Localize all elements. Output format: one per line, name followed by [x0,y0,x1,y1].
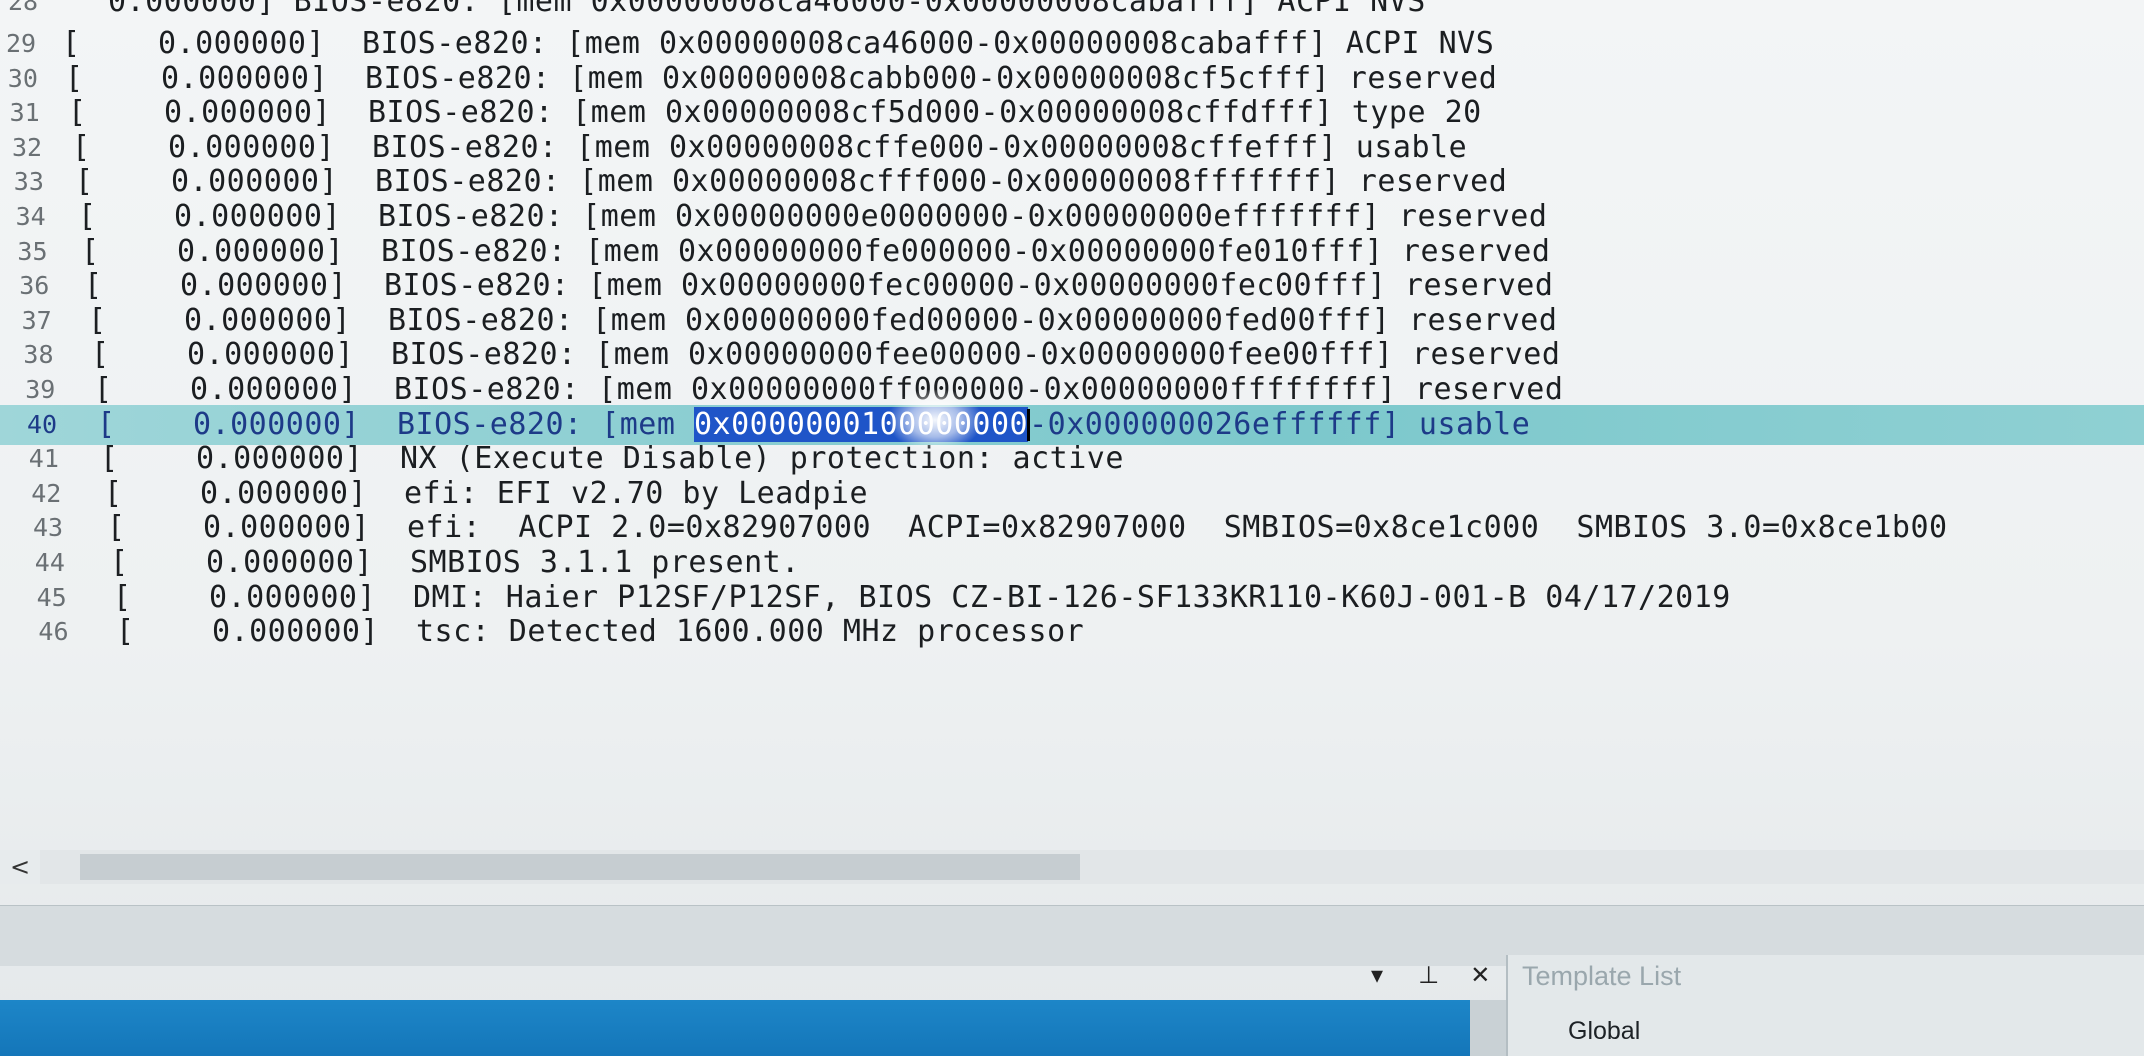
line-number: 28 [8,0,39,16]
text-caret [1027,409,1031,442]
pin-icon[interactable]: ⊥ [1407,955,1451,995]
panel-controls: ▾ ⊥ ✕ [1355,955,1502,995]
log-line[interactable]: 46 [0.000000] tsc: Detected 1600.000 MHz p… [0,612,2144,652]
scrollbar-thumb[interactable] [80,854,1080,880]
open-bracket: [ [116,614,135,650]
text-selection[interactable]: 0x0000000100000000 [693,406,1029,442]
panel-splitter[interactable] [1470,1000,1506,1056]
log-message: tsc: Detected 1600.000 MHz processor [416,614,1085,650]
panel-dropdown-icon[interactable]: ▾ [1355,955,1399,995]
close-icon[interactable]: ✕ [1458,955,1502,995]
template-list-panel: Template List Global [1506,955,2144,1056]
log-text: 0.000000] BIOS-e820: [mem 0x00000008ca46… [108,0,1426,19]
log-editor[interactable]: 28 0.000000] BIOS-e820: [mem 0x00000008ca… [0,0,2144,850]
screen: 28 0.000000] BIOS-e820: [mem 0x00000008ca… [0,0,2144,1056]
log-line-partial[interactable]: 28 0.000000] BIOS-e820: [mem 0x00000008ca… [0,0,2144,25]
horizontal-scrollbar[interactable] [40,850,2144,884]
timestamp: 0.000000] [212,614,380,650]
template-list-title: Template List [1522,961,1682,991]
line-number: 46 [38,617,69,647]
output-panel-tab-bar[interactable] [0,1000,1470,1056]
scroll-left-button[interactable]: < [0,850,40,884]
template-item-global[interactable]: Global [1568,1017,1640,1046]
